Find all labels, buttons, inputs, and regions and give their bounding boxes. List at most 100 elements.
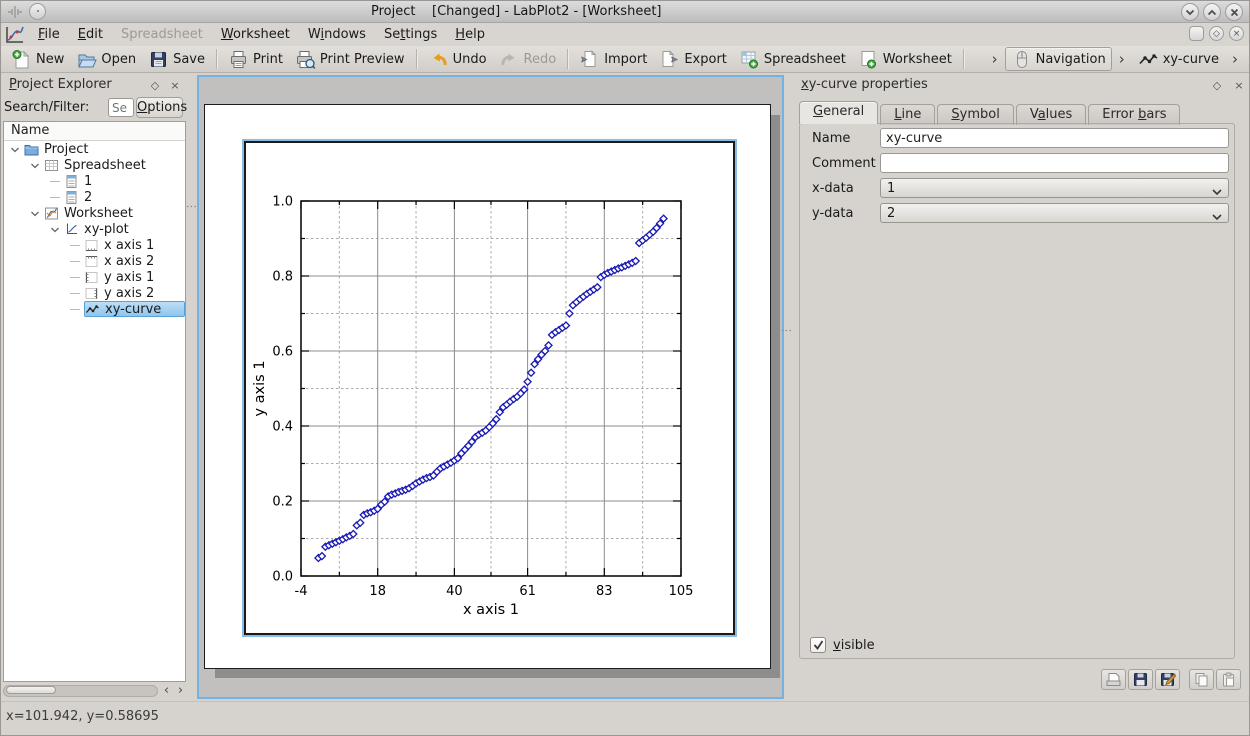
splitter-handle-left[interactable]: ⋮ bbox=[189, 201, 193, 212]
tree-item-column-2[interactable]: 2 bbox=[4, 189, 185, 205]
tab-values[interactable]: Values bbox=[1016, 104, 1086, 125]
tree-item-x-axis-1[interactable]: x axis 1 bbox=[4, 237, 185, 253]
tree-column-header[interactable]: Name bbox=[4, 122, 185, 141]
open-button[interactable]: Open bbox=[70, 47, 142, 71]
tree-item-x-axis-2[interactable]: x axis 2 bbox=[4, 253, 185, 269]
tab-general[interactable]: General bbox=[799, 101, 878, 124]
dock-float-icon[interactable]: ◇ bbox=[147, 79, 163, 93]
svg-text:105: 105 bbox=[669, 584, 694, 599]
chevron-down-icon[interactable] bbox=[50, 222, 64, 236]
close-button[interactable] bbox=[1225, 3, 1243, 21]
worksheet-new-icon bbox=[858, 49, 879, 70]
redo-arrow-icon bbox=[499, 49, 520, 70]
tree-item-label: xy-plot bbox=[84, 222, 129, 237]
tree-item-column-1[interactable]: 1 bbox=[4, 173, 185, 189]
tree-connector bbox=[50, 181, 60, 182]
scrollbar-thumb[interactable] bbox=[6, 686, 56, 694]
redo-button[interactable]: Redo bbox=[493, 47, 563, 71]
plot-area[interactable]: -4184061831050.00.20.40.60.81.0x axis 1y… bbox=[244, 141, 735, 635]
main-area: Project Explorer ◇ × Search/Filter: Opti… bbox=[1, 73, 1250, 701]
print-preview-icon bbox=[295, 49, 316, 70]
save-as-template-button[interactable] bbox=[1155, 669, 1180, 690]
toolbar-overflow-icon[interactable]: › bbox=[985, 48, 1005, 70]
visible-checkbox[interactable] bbox=[810, 637, 826, 653]
menu-edit[interactable]: Edit bbox=[69, 25, 112, 44]
title-bar[interactable]: Project [Changed] - LabPlot2 - [Workshee… bbox=[1, 1, 1249, 23]
comment-field[interactable] bbox=[880, 153, 1229, 173]
name-label: Name bbox=[804, 131, 872, 146]
worksheet-view[interactable]: -4184061831050.00.20.40.60.81.0x axis 1y… bbox=[197, 75, 784, 699]
document-export-icon bbox=[659, 49, 680, 70]
paste-button[interactable] bbox=[1216, 669, 1241, 690]
tree-item-xy-plot[interactable]: xy-plot bbox=[4, 221, 185, 237]
save-template-button[interactable] bbox=[1128, 669, 1153, 690]
save-button[interactable]: Save bbox=[142, 47, 211, 71]
new-spreadsheet-button[interactable]: Spreadsheet bbox=[733, 47, 852, 71]
tree-item-y-axis-1[interactable]: y axis 1 bbox=[4, 269, 185, 285]
new-worksheet-button[interactable]: Worksheet bbox=[852, 47, 958, 71]
xy-curve-tool-button[interactable]: xy-curve bbox=[1132, 47, 1225, 71]
toolbar-overflow-icon[interactable]: › bbox=[1225, 48, 1245, 70]
mdi-restore-button[interactable]: ◇ bbox=[1209, 26, 1224, 41]
scroll-right-icon[interactable]: › bbox=[174, 684, 187, 698]
scroll-left-icon[interactable]: ‹ bbox=[160, 684, 173, 698]
visible-checkbox-row[interactable]: visible bbox=[810, 637, 875, 653]
chevron-down-icon[interactable] bbox=[10, 142, 24, 156]
import-button[interactable]: Import bbox=[573, 47, 653, 71]
document-open-icon bbox=[76, 49, 97, 70]
tree-item-label: 1 bbox=[84, 174, 92, 189]
new-button[interactable]: New bbox=[5, 47, 70, 71]
toolbar-overflow-icon[interactable]: › bbox=[1112, 48, 1132, 70]
chevron-down-icon[interactable] bbox=[30, 206, 44, 220]
mdi-close-button[interactable]: × bbox=[1229, 26, 1244, 41]
tree-item-spreadsheet[interactable]: Spreadsheet bbox=[4, 157, 185, 173]
svg-text:0.4: 0.4 bbox=[272, 420, 293, 435]
tree-item-worksheet[interactable]: Worksheet bbox=[4, 205, 185, 221]
chevron-down-icon[interactable] bbox=[30, 158, 44, 172]
tab-error-bars[interactable]: Error bars bbox=[1088, 104, 1180, 125]
folder-icon bbox=[24, 142, 39, 157]
options-button[interactable]: Options bbox=[136, 97, 183, 118]
undo-label: Undo bbox=[453, 52, 487, 67]
dock-float-icon[interactable]: ◇ bbox=[1209, 79, 1225, 93]
tab-symbol[interactable]: Symbol bbox=[937, 104, 1013, 125]
menu-settings[interactable]: Settings bbox=[375, 25, 446, 44]
navigation-button[interactable]: Navigation bbox=[1005, 47, 1112, 71]
tab-line[interactable]: Line bbox=[880, 104, 935, 125]
y-data-select[interactable]: 2 bbox=[880, 203, 1229, 223]
project-explorer-title: Project Explorer bbox=[9, 77, 112, 92]
print-button[interactable]: Print bbox=[222, 47, 289, 71]
menu-help[interactable]: Help bbox=[446, 25, 494, 44]
load-template-button[interactable] bbox=[1101, 669, 1126, 690]
dock-close-icon[interactable]: × bbox=[167, 79, 183, 93]
name-field[interactable] bbox=[880, 128, 1229, 148]
mdi-minimize-button[interactable] bbox=[1189, 26, 1204, 41]
new-label: New bbox=[36, 52, 64, 67]
svg-text:y axis 1: y axis 1 bbox=[252, 360, 268, 416]
export-button[interactable]: Export bbox=[653, 47, 733, 71]
print-preview-button[interactable]: Print Preview bbox=[289, 47, 411, 71]
menu-bar: File Edit Spreadsheet Worksheet Windows … bbox=[1, 23, 1249, 46]
window-menu-button[interactable] bbox=[29, 3, 46, 20]
horizontal-scrollbar[interactable]: ‹ › bbox=[3, 684, 186, 698]
dock-close-icon[interactable]: × bbox=[1231, 79, 1247, 93]
xy-curve-tool-label: xy-curve bbox=[1163, 52, 1219, 67]
xy-plot-icon bbox=[64, 222, 79, 237]
worksheet-page[interactable]: -4184061831050.00.20.40.60.81.0x axis 1y… bbox=[204, 104, 771, 669]
maximize-button[interactable] bbox=[1203, 3, 1221, 21]
xy-plot-chart[interactable]: -4184061831050.00.20.40.60.81.0x axis 1y… bbox=[246, 143, 737, 637]
menu-file[interactable]: File bbox=[29, 25, 69, 44]
undo-button[interactable]: Undo bbox=[422, 47, 493, 71]
menu-windows[interactable]: Windows bbox=[299, 25, 375, 44]
search-input[interactable] bbox=[108, 98, 134, 117]
tree-item-label: y axis 1 bbox=[104, 270, 154, 285]
x-data-select[interactable]: 1 bbox=[880, 178, 1229, 198]
tree-item-y-axis-2[interactable]: y axis 2 bbox=[4, 285, 185, 301]
tree-item-project[interactable]: Project bbox=[4, 141, 185, 157]
worksheet-icon bbox=[44, 206, 59, 221]
tree-item-xy-curve[interactable]: xy-curve bbox=[4, 301, 185, 317]
menu-worksheet[interactable]: Worksheet bbox=[212, 25, 299, 44]
minimize-button[interactable] bbox=[1181, 3, 1199, 21]
copy-button[interactable] bbox=[1189, 669, 1214, 690]
splitter-handle-right[interactable]: ⋮ bbox=[784, 325, 788, 336]
